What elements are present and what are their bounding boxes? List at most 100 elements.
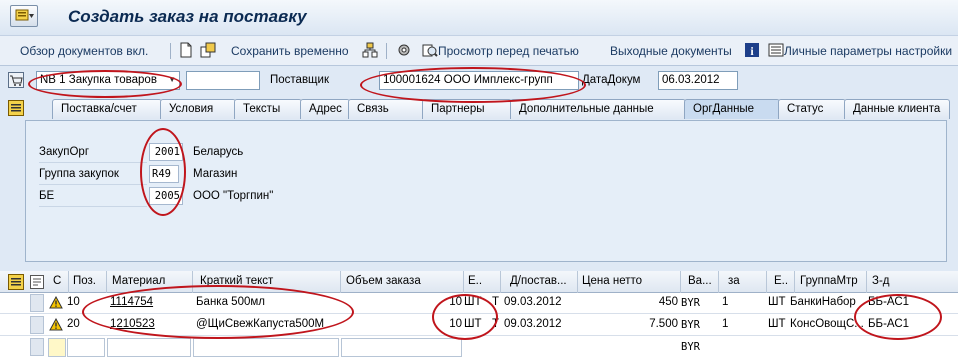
tab-additional-data[interactable]: Дополнительные данные: [510, 99, 686, 119]
personal-settings-icon[interactable]: [768, 42, 784, 58]
be-text: ООО "Торгпин": [193, 190, 274, 202]
status-cell[interactable]: [48, 338, 66, 357]
divider: [39, 162, 147, 163]
row-selector[interactable]: [30, 338, 44, 356]
text-cell[interactable]: @ЩиСвежКапуста500М: [196, 318, 324, 330]
per-cell[interactable]: 1: [722, 318, 728, 330]
collapse-icon[interactable]: [8, 274, 24, 290]
supplier-field[interactable]: 100001624 ООО Имплекс-групп: [379, 71, 579, 90]
col-divider: [680, 271, 681, 293]
row-selector[interactable]: [30, 316, 44, 334]
col-divider: [766, 271, 767, 293]
unit2-cell[interactable]: ШТ: [768, 318, 786, 330]
col-date[interactable]: Д/постав...: [510, 275, 567, 287]
date-cell[interactable]: 09.03.2012: [504, 318, 562, 330]
personal-settings-button[interactable]: Личные параметры настройки: [784, 44, 952, 58]
column-settings-icon[interactable]: [30, 275, 44, 289]
overview-button[interactable]: Обзор документов вкл.: [20, 44, 148, 58]
per-cell[interactable]: 1: [722, 296, 728, 308]
settings-icon[interactable]: [396, 42, 412, 58]
plant-cell[interactable]: ББ-АС1: [868, 318, 909, 330]
table-row[interactable]: 10 1114754 Банка 500мл 10 ШТ T 09.03.201…: [0, 293, 958, 314]
purch-group-label: Группа закупок: [39, 168, 119, 180]
col-divider: [500, 271, 501, 293]
pos-cell[interactable]: [67, 338, 105, 357]
price-cell[interactable]: 7.500: [600, 318, 678, 330]
table-row[interactable]: BYR: [0, 337, 958, 357]
mat-group-cell[interactable]: БанкиНабор: [790, 296, 856, 308]
cart-icon[interactable]: [8, 72, 24, 88]
col-qty[interactable]: Объем заказа: [346, 275, 421, 287]
print-preview-icon[interactable]: [422, 42, 438, 58]
table-row[interactable]: 20 1210523 @ЩиСвежКапуста500М 10 ШТ T 09…: [0, 315, 958, 336]
text-cell[interactable]: [193, 338, 339, 357]
unit-cell[interactable]: ШТ: [464, 318, 482, 330]
unit-cell[interactable]: ШТ: [464, 296, 482, 308]
tab-delivery[interactable]: Поставка/счет: [52, 99, 162, 119]
be-field[interactable]: 2005: [149, 187, 183, 205]
material-cell[interactable]: 1210523: [110, 318, 155, 330]
tab-conditions[interactable]: Условия: [160, 99, 236, 119]
divider: [39, 184, 147, 185]
doc-date-label: ДатаДокум: [582, 74, 641, 86]
tab-status[interactable]: Статус: [778, 99, 846, 119]
currency-cell[interactable]: BYR: [681, 297, 700, 309]
col-net-price[interactable]: Цена нетто: [582, 275, 642, 287]
col-short-text[interactable]: Краткий текст: [200, 275, 273, 287]
col-unit[interactable]: Е..: [468, 275, 482, 287]
col-divider: [192, 271, 193, 293]
new-document-icon[interactable]: [178, 42, 194, 58]
warning-icon: [49, 296, 63, 309]
doc-date-field[interactable]: 06.03.2012: [658, 71, 738, 90]
qty-cell[interactable]: 10: [440, 318, 462, 330]
unit2-cell[interactable]: ШТ: [768, 296, 786, 308]
purch-org-text: Беларусь: [193, 146, 244, 158]
col-divider: [340, 271, 341, 293]
purch-org-label: ЗакупОрг: [39, 146, 90, 158]
output-docs-button[interactable]: Выходные документы: [610, 44, 732, 58]
col-divider: [463, 271, 464, 293]
col-divider: [794, 271, 795, 293]
col-c[interactable]: С: [53, 275, 61, 287]
qty-cell[interactable]: 10: [440, 296, 462, 308]
currency-cell[interactable]: BYR: [681, 319, 700, 331]
material-cell[interactable]: [107, 338, 191, 357]
structure-icon[interactable]: [362, 42, 378, 58]
tab-org-data[interactable]: ОргДанные: [684, 99, 780, 119]
purch-group-field[interactable]: R49: [149, 165, 179, 183]
mat-group-cell[interactable]: КонсОвощС...: [790, 318, 864, 330]
doc-number-field[interactable]: [186, 71, 260, 90]
items-table: С Поз. Материал Краткий текст Объем зака…: [0, 271, 958, 357]
col-plant[interactable]: З-д: [872, 275, 890, 287]
divider: [39, 206, 147, 207]
doc-type-select[interactable]: NB 1 Закупка товаров ▼: [36, 71, 180, 90]
col-pos[interactable]: Поз.: [73, 275, 96, 287]
col-material[interactable]: Материал: [112, 275, 165, 287]
expand-icon[interactable]: [8, 100, 24, 116]
qty-cell[interactable]: [341, 338, 462, 357]
table-header: С Поз. Материал Краткий текст Объем зака…: [0, 271, 958, 293]
tab-partners[interactable]: Партнеры: [422, 99, 512, 119]
col-per[interactable]: за: [728, 275, 740, 287]
toolbar-separator: [386, 43, 387, 59]
date-cell[interactable]: 09.03.2012: [504, 296, 562, 308]
print-preview-button[interactable]: Просмотр перед печатью: [438, 44, 579, 58]
col-mat-group[interactable]: ГруппаМтр: [800, 275, 858, 287]
tab-customer-data[interactable]: Данные клиента: [844, 99, 950, 119]
purch-org-field[interactable]: 2001: [149, 143, 183, 161]
info-icon[interactable]: i: [744, 42, 760, 58]
material-cell[interactable]: 1114754: [110, 296, 153, 308]
currency-cell[interactable]: BYR: [681, 341, 700, 353]
row-selector[interactable]: [30, 294, 44, 312]
plant-cell[interactable]: ББ-АС1: [868, 296, 909, 308]
col-currency[interactable]: Ва...: [688, 275, 712, 287]
tab-address[interactable]: Адрес: [300, 99, 350, 119]
col-unit2[interactable]: Е..: [774, 275, 788, 287]
save-temp-button[interactable]: Сохранить временно: [231, 44, 349, 58]
other-document-icon[interactable]: [200, 42, 216, 58]
menu-icon[interactable]: [10, 5, 38, 27]
price-cell[interactable]: 450: [600, 296, 678, 308]
text-cell[interactable]: Банка 500мл: [196, 296, 265, 308]
tab-communication[interactable]: Связь: [348, 99, 424, 119]
tab-texts[interactable]: Тексты: [234, 99, 302, 119]
